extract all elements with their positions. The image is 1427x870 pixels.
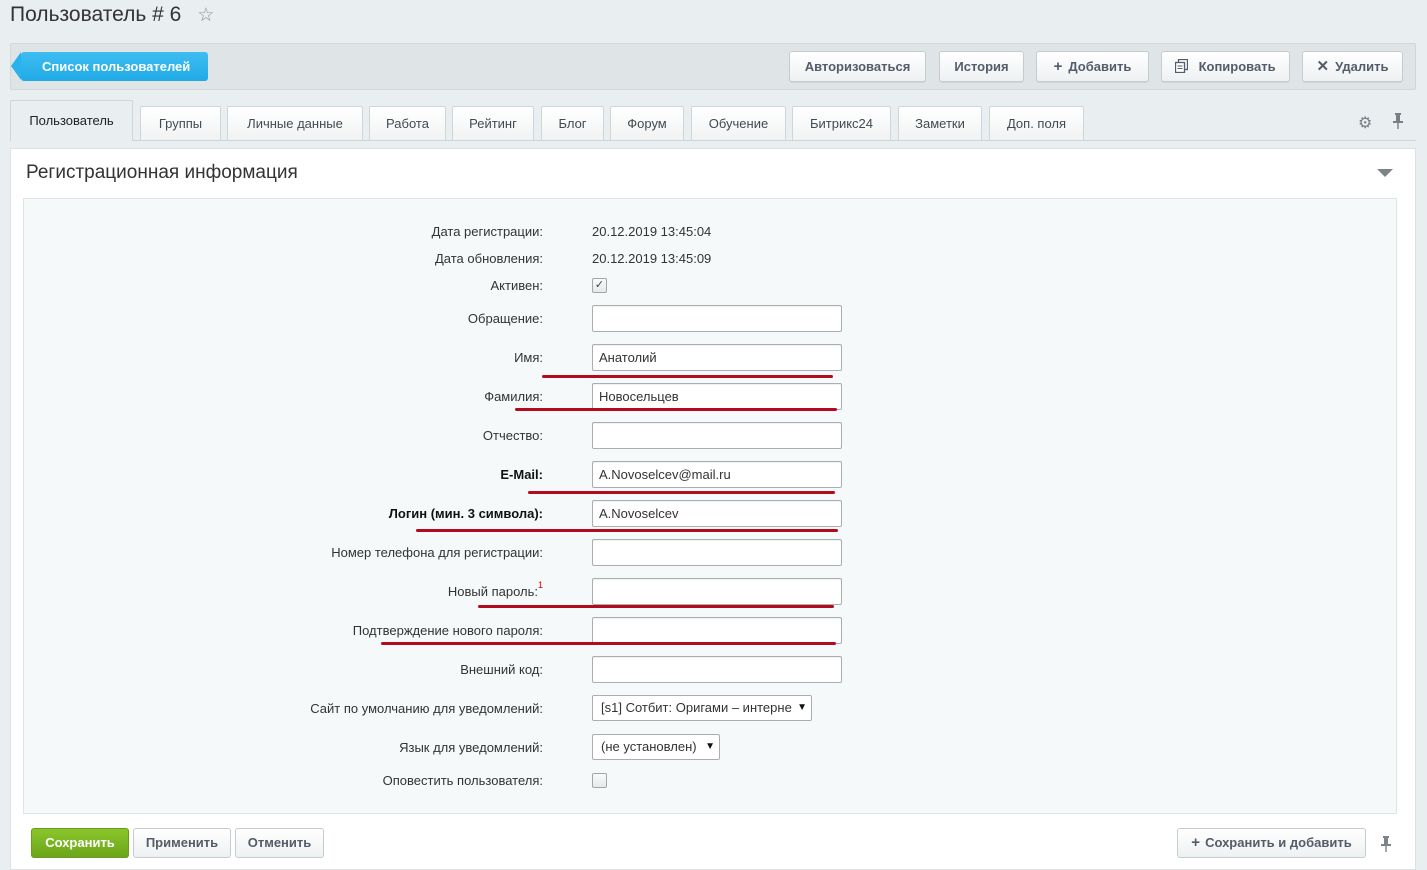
registration-form: Дата регистрации: 20.12.2019 13:45:04 Да… bbox=[23, 198, 1397, 814]
add-label: Добавить bbox=[1068, 59, 1132, 74]
site-select[interactable]: [s1] Сотбит: Оригами – интерне ▼ bbox=[592, 695, 812, 721]
add-button[interactable]: + Добавить bbox=[1036, 51, 1149, 82]
name-field[interactable]: Анатолий bbox=[592, 344, 842, 371]
tab-forum[interactable]: Форум bbox=[610, 106, 684, 140]
external-code-label: Внешний код: bbox=[460, 662, 543, 677]
delete-button[interactable]: ✕ Удалить bbox=[1302, 51, 1403, 82]
save-and-add-label: Сохранить и добавить bbox=[1205, 835, 1352, 850]
reg-date-label: Дата регистрации: bbox=[431, 224, 543, 239]
last-name-field[interactable]: Новосельцев bbox=[592, 383, 842, 410]
second-name-label: Отчество: bbox=[482, 428, 543, 443]
plus-icon: + bbox=[1053, 58, 1063, 75]
history-button[interactable]: История bbox=[939, 51, 1024, 82]
title-field[interactable] bbox=[592, 305, 842, 332]
tab-work[interactable]: Работа bbox=[369, 106, 446, 140]
pin-icon[interactable] bbox=[1380, 836, 1392, 856]
confirm-password-field[interactable] bbox=[592, 617, 842, 644]
copy-button[interactable]: Копировать bbox=[1161, 51, 1290, 82]
tab-extra-fields[interactable]: Доп. поля bbox=[989, 106, 1084, 140]
new-password-label: Новый пароль:1 bbox=[447, 580, 543, 599]
active-checkbox[interactable]: ✓ bbox=[592, 278, 607, 293]
copy-label: Копировать bbox=[1198, 59, 1276, 74]
upd-date-value: 20.12.2019 13:45:09 bbox=[592, 251, 712, 266]
site-label: Сайт по умолчанию для уведомлений: bbox=[310, 701, 543, 716]
upd-date-label: Дата обновления: bbox=[435, 251, 543, 266]
copy-icon bbox=[1175, 58, 1192, 75]
settings-panel: Регистрационная информация Дата регистра… bbox=[10, 148, 1416, 870]
tab-groups[interactable]: Группы bbox=[140, 106, 221, 140]
new-password-label-text: Новый пароль: bbox=[447, 584, 538, 599]
toolbar: Список пользователей Авторизоваться Исто… bbox=[10, 43, 1416, 90]
pin-icon[interactable] bbox=[1392, 113, 1404, 134]
apply-button[interactable]: Применить bbox=[133, 828, 231, 858]
delete-label: Удалить bbox=[1335, 59, 1389, 74]
active-label: Активен: bbox=[490, 278, 543, 293]
annotation-underline-new-password bbox=[478, 605, 834, 608]
title-label: Обращение: bbox=[467, 311, 543, 326]
reg-date-value: 20.12.2019 13:45:04 bbox=[592, 224, 712, 239]
dropdown-arrow-icon: ▼ bbox=[702, 735, 715, 759]
collapse-arrow-icon[interactable] bbox=[1377, 169, 1393, 177]
tab-personal-data[interactable]: Личные данные bbox=[227, 106, 363, 140]
page-title-text: Пользователь # 6 bbox=[10, 3, 182, 26]
save-button[interactable]: Сохранить bbox=[31, 828, 129, 858]
users-list-button[interactable]: Список пользователей bbox=[11, 52, 208, 81]
second-name-field[interactable] bbox=[592, 422, 842, 449]
login-field[interactable]: A.Novoselcev bbox=[592, 500, 842, 527]
annotation-underline-confirm-password bbox=[381, 642, 836, 645]
login-label: Логин (мин. 3 символа): bbox=[388, 506, 543, 521]
last-name-label: Фамилия: bbox=[484, 389, 543, 404]
section-title: Регистрационная информация bbox=[26, 162, 298, 183]
tab-learning[interactable]: Обучение bbox=[691, 106, 786, 140]
favorite-star-icon[interactable]: ☆ bbox=[197, 4, 214, 27]
lang-label: Язык для уведомлений: bbox=[399, 740, 543, 755]
save-and-add-button[interactable]: + Сохранить и добавить bbox=[1177, 828, 1366, 858]
dropdown-arrow-icon: ▼ bbox=[794, 696, 807, 720]
notify-label: Оповестить пользователя: bbox=[382, 773, 543, 788]
new-password-field[interactable] bbox=[592, 578, 842, 605]
tab-bitrix24[interactable]: Битрикс24 bbox=[792, 106, 891, 140]
page-title: Пользователь # 6 ☆ bbox=[10, 3, 214, 27]
annotation-underline-email bbox=[528, 491, 835, 494]
phone-label: Номер телефона для регистрации: bbox=[331, 545, 543, 560]
email-label: E-Mail: bbox=[500, 467, 543, 482]
lang-select-value: (не установлен) bbox=[601, 739, 697, 754]
authorize-label: Авторизоваться bbox=[804, 59, 911, 74]
plus-icon: + bbox=[1191, 834, 1201, 851]
tab-user[interactable]: Пользователь bbox=[10, 100, 133, 141]
annotation-underline-last-name bbox=[515, 408, 837, 411]
lang-select[interactable]: (не установлен) ▼ bbox=[592, 734, 720, 760]
email-field[interactable]: A.Novoselcev@mail.ru bbox=[592, 461, 842, 488]
name-label: Имя: bbox=[514, 350, 543, 365]
site-select-value: [s1] Сотбит: Оригами – интерне bbox=[601, 700, 792, 715]
gear-icon[interactable]: ⚙ bbox=[1358, 113, 1372, 133]
external-code-field[interactable] bbox=[592, 656, 842, 683]
confirm-password-label: Подтверждение нового пароля: bbox=[352, 623, 543, 638]
close-icon: ✕ bbox=[1316, 58, 1330, 75]
tab-blog[interactable]: Блог bbox=[541, 106, 604, 140]
notify-checkbox[interactable] bbox=[592, 773, 607, 788]
annotation-underline-login bbox=[416, 529, 838, 532]
annotation-underline-name bbox=[542, 375, 833, 378]
history-label: История bbox=[954, 59, 1009, 74]
authorize-button[interactable]: Авторизоваться bbox=[789, 51, 926, 82]
tab-notes[interactable]: Заметки bbox=[898, 106, 982, 140]
footnote-marker: 1 bbox=[537, 580, 543, 590]
tab-rating[interactable]: Рейтинг bbox=[452, 106, 534, 140]
phone-field[interactable] bbox=[592, 539, 842, 566]
cancel-button[interactable]: Отменить bbox=[235, 828, 324, 858]
